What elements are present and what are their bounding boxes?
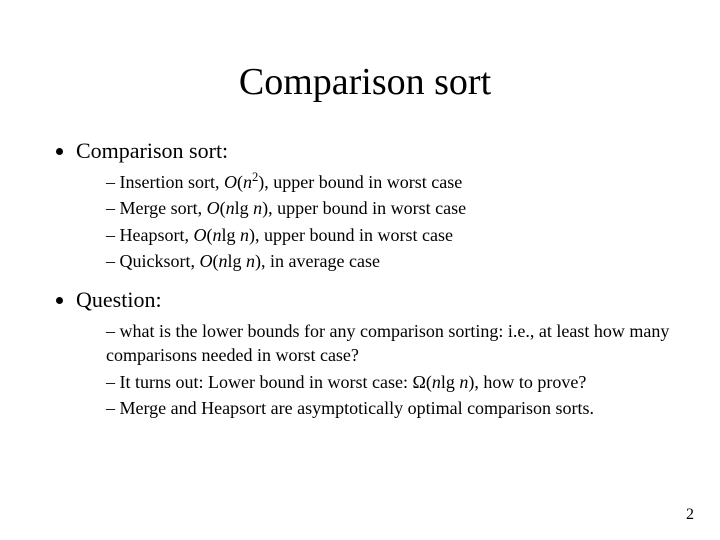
lg: lg bbox=[228, 251, 247, 271]
var-n: n bbox=[243, 172, 252, 192]
var-n2: n bbox=[240, 225, 249, 245]
lg: lg bbox=[221, 225, 240, 245]
lg: lg bbox=[441, 372, 460, 392]
big-o: O bbox=[207, 198, 220, 218]
var-n2: n bbox=[459, 372, 468, 392]
var-n1: n bbox=[226, 198, 235, 218]
rest: ), upper bound in worst case bbox=[262, 198, 466, 218]
question-lower-bounds: what is the lower bounds for any compari… bbox=[106, 319, 680, 368]
algorithm-list: Insertion sort, O(n2), upper bound in wo… bbox=[76, 170, 680, 273]
big-o: O bbox=[224, 172, 237, 192]
alg-heap: Heapsort, O(nlg n), upper bound in worst… bbox=[106, 223, 680, 247]
var-n1: n bbox=[432, 372, 441, 392]
page-number: 2 bbox=[686, 506, 694, 524]
bullet-text: Comparison sort: bbox=[76, 138, 228, 163]
slide: Comparison sort Comparison sort: Inserti… bbox=[0, 0, 720, 540]
alg-lead: Merge sort, bbox=[120, 198, 207, 218]
question-list: what is the lower bounds for any compari… bbox=[76, 319, 680, 420]
rest: ), upper bound in worst case bbox=[249, 225, 453, 245]
omega: Ω bbox=[412, 372, 425, 392]
alg-lead: Heapsort, bbox=[120, 225, 194, 245]
alg-lead: Insertion sort, bbox=[120, 172, 224, 192]
alg-merge: Merge sort, O(nlg n), upper bound in wor… bbox=[106, 196, 680, 220]
question-optimal: Merge and Heapsort are asymptotically op… bbox=[106, 396, 680, 420]
bullet-list: Comparison sort: Insertion sort, O(n2), … bbox=[50, 138, 680, 420]
question-how-to-prove: It turns out: Lower bound in worst case:… bbox=[106, 370, 680, 394]
bullet-comparison-sort: Comparison sort: Insertion sort, O(n2), … bbox=[76, 138, 680, 273]
q2-lead: It turns out: Lower bound in worst case: bbox=[120, 372, 413, 392]
q2-rest: ), how to prove? bbox=[468, 372, 586, 392]
var-n2: n bbox=[246, 251, 255, 271]
alg-insertion: Insertion sort, O(n2), upper bound in wo… bbox=[106, 170, 680, 194]
alg-quick: Quicksort, O(nlg n), in average case bbox=[106, 249, 680, 273]
rest: ), in average case bbox=[255, 251, 380, 271]
slide-title: Comparison sort bbox=[50, 60, 680, 104]
var-n2: n bbox=[253, 198, 262, 218]
alg-lead: Quicksort, bbox=[120, 251, 200, 271]
big-o: O bbox=[193, 225, 206, 245]
lg: lg bbox=[235, 198, 254, 218]
rest: ), upper bound in worst case bbox=[258, 172, 462, 192]
var-n1: n bbox=[219, 251, 228, 271]
bullet-text: Question: bbox=[76, 287, 162, 312]
big-o: O bbox=[200, 251, 213, 271]
bullet-question: Question: what is the lower bounds for a… bbox=[76, 287, 680, 420]
